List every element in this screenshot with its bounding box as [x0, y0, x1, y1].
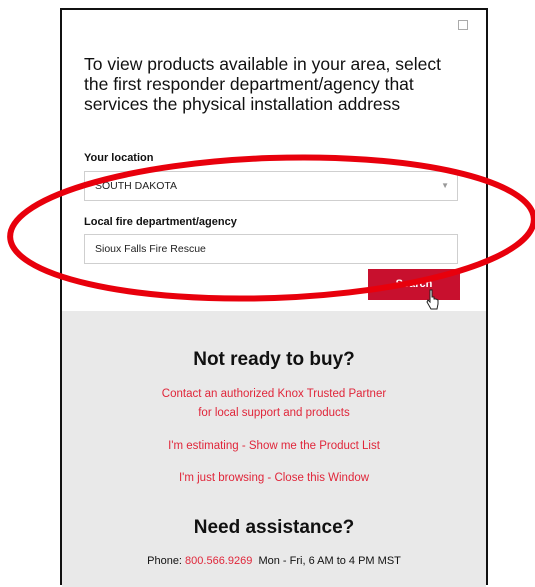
- hours-text: Mon - Fri, 6 AM to 4 PM MST: [252, 555, 401, 567]
- agency-input[interactable]: Sioux Falls Fire Rescue: [84, 234, 458, 264]
- phone-line: Phone: 800.566.9269 Mon - Fri, 6 AM to 4…: [62, 555, 486, 567]
- not-ready-heading: Not ready to buy?: [193, 349, 355, 370]
- product-locator-modal: To view products available in your area,…: [60, 8, 488, 587]
- agency-label: Local fire department/agency: [84, 216, 237, 228]
- location-label: Your location: [84, 152, 154, 164]
- contact-partner-link-line2[interactable]: for local support and products: [62, 404, 486, 423]
- need-assistance-heading: Need assistance?: [193, 517, 355, 538]
- search-button[interactable]: Search: [368, 269, 460, 300]
- phone-number-link[interactable]: 800.566.9269: [185, 555, 252, 567]
- close-window-link[interactable]: I'm just browsing - Close this Window: [62, 469, 486, 488]
- contact-partner-link-line1[interactable]: Contact an authorized Knox Trusted Partn…: [62, 385, 486, 404]
- help-panel: Not ready to buy? Contact an authorized …: [62, 311, 486, 587]
- product-list-link[interactable]: I'm estimating - Show me the Product Lis…: [62, 437, 486, 456]
- location-select[interactable]: SOUTH DAKOTA ▼: [84, 171, 458, 201]
- agency-value: Sioux Falls Fire Rescue: [95, 243, 206, 255]
- modal-title: To view products available in your area,…: [84, 54, 441, 114]
- close-icon[interactable]: [458, 20, 468, 30]
- chevron-down-icon: ▼: [441, 181, 449, 190]
- phone-label: Phone:: [147, 555, 186, 567]
- location-value: SOUTH DAKOTA: [95, 180, 178, 192]
